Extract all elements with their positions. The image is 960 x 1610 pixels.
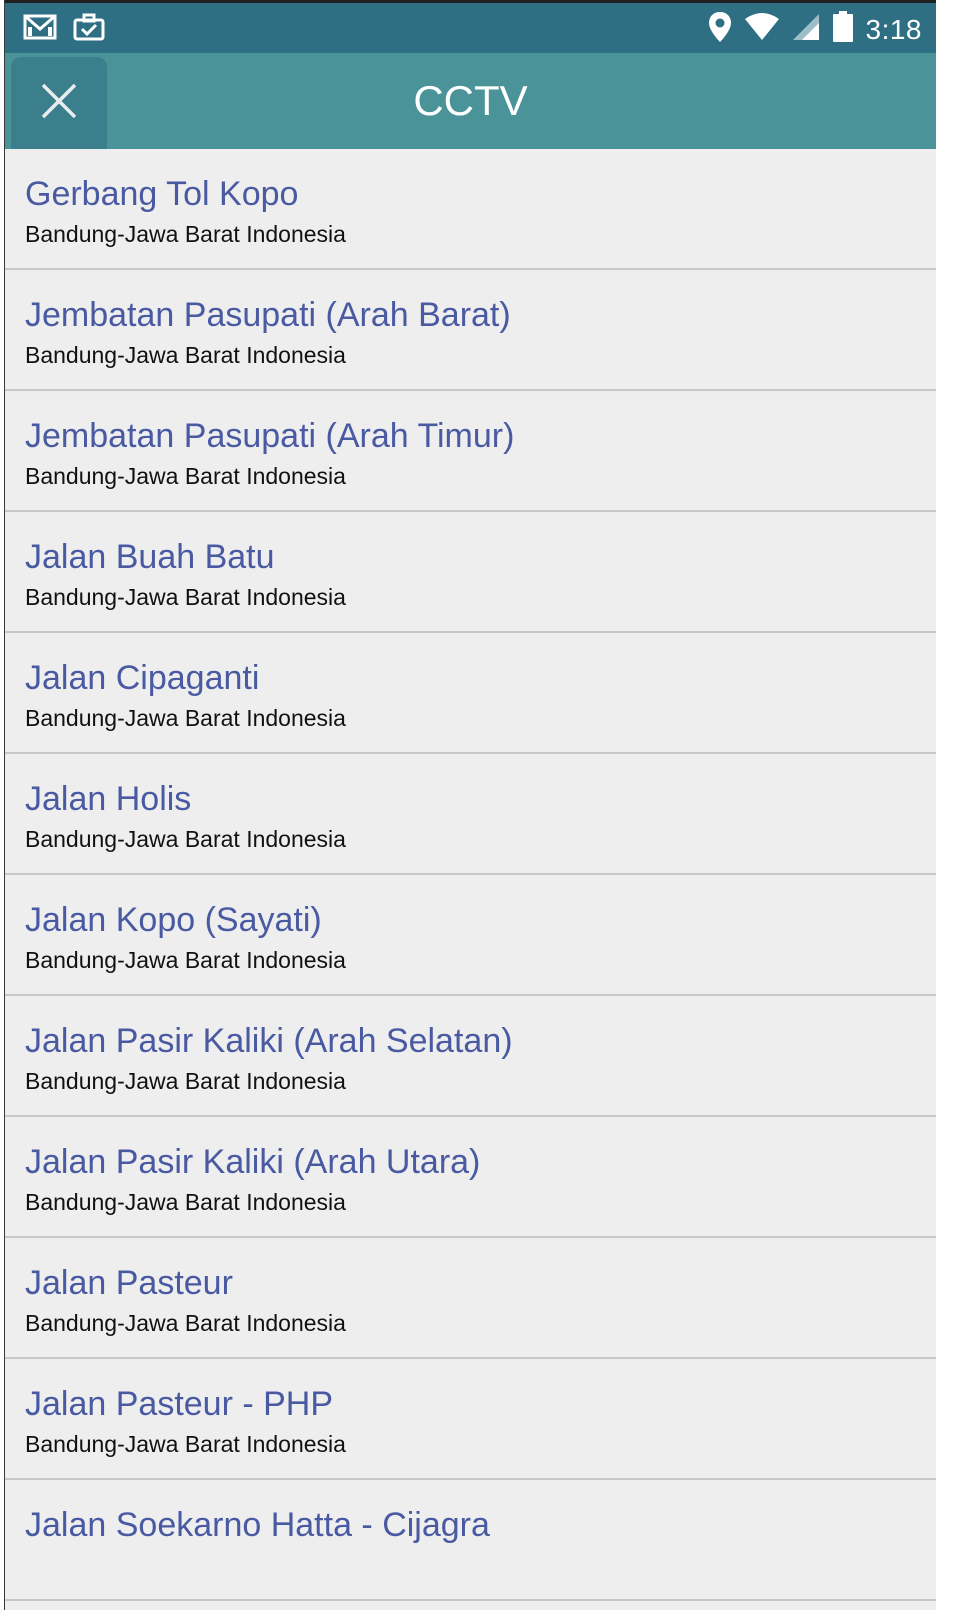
system-status-icons: 3:18 — [708, 11, 923, 48]
briefcase-icon — [73, 13, 105, 46]
list-item[interactable]: Jalan Pasir Kaliki (Arah Selatan) Bandun… — [5, 996, 936, 1117]
location-subtitle: Bandung-Jawa Barat Indonesia — [25, 221, 346, 247]
app-screen: 3:18 CCTV Gerbang Tol Kopo Bandung-Jawa … — [4, 0, 936, 1610]
close-icon — [40, 82, 78, 125]
list-item[interactable]: Gerbang Tol Kopo Bandung-Jawa Barat Indo… — [5, 149, 936, 270]
notification-icons — [23, 13, 105, 46]
location-title: Jembatan Pasupati (Arah Barat) — [25, 296, 511, 334]
gmail-icon — [23, 13, 57, 46]
list-item[interactable]: Jalan Cipaganti Bandung-Jawa Barat Indon… — [5, 633, 936, 754]
list-item[interactable]: Jalan Buah Batu Bandung-Jawa Barat Indon… — [5, 512, 936, 633]
page-title: CCTV — [413, 77, 528, 124]
cctv-location-list: Gerbang Tol Kopo Bandung-Jawa Barat Indo… — [5, 149, 936, 1601]
list-item[interactable]: Jembatan Pasupati (Arah Barat) Bandung-J… — [5, 270, 936, 391]
app-bar: CCTV — [5, 53, 936, 149]
location-subtitle: Bandung-Jawa Barat Indonesia — [25, 1068, 346, 1094]
location-title: Jalan Soekarno Hatta - Cijagra — [25, 1506, 490, 1544]
location-subtitle: Bandung-Jawa Barat Indonesia — [25, 1189, 346, 1215]
list-item[interactable]: Jalan Holis Bandung-Jawa Barat Indonesia — [5, 754, 936, 875]
battery-icon — [832, 11, 854, 48]
list-item[interactable]: Jalan Kopo (Sayati) Bandung-Jawa Barat I… — [5, 875, 936, 996]
list-item[interactable]: Jembatan Pasupati (Arah Timur) Bandung-J… — [5, 391, 936, 512]
location-subtitle: Bandung-Jawa Barat Indonesia — [25, 584, 346, 610]
location-subtitle: Bandung-Jawa Barat Indonesia — [25, 463, 346, 489]
location-subtitle: Bandung-Jawa Barat Indonesia — [25, 1431, 346, 1457]
location-title: Gerbang Tol Kopo — [25, 175, 299, 213]
location-subtitle: Bandung-Jawa Barat Indonesia — [25, 705, 346, 731]
location-icon — [708, 11, 732, 48]
list-item[interactable]: Jalan Pasir Kaliki (Arah Utara) Bandung-… — [5, 1117, 936, 1238]
wifi-icon — [744, 13, 780, 46]
location-subtitle: Bandung-Jawa Barat Indonesia — [25, 1310, 346, 1336]
location-subtitle: Bandung-Jawa Barat Indonesia — [25, 947, 346, 973]
signal-icon — [792, 13, 820, 46]
location-title: Jalan Holis — [25, 780, 192, 818]
location-subtitle: Bandung-Jawa Barat Indonesia — [25, 826, 346, 852]
clock: 3:18 — [865, 13, 922, 45]
location-title: Jalan Cipaganti — [25, 659, 260, 697]
close-button[interactable] — [11, 57, 107, 149]
location-title: Jembatan Pasupati (Arah Timur) — [25, 417, 515, 455]
location-title: Jalan Pasir Kaliki (Arah Utara) — [25, 1143, 481, 1181]
location-title: Jalan Buah Batu — [25, 538, 275, 576]
location-title: Jalan Pasir Kaliki (Arah Selatan) — [25, 1022, 513, 1060]
location-subtitle: Bandung-Jawa Barat Indonesia — [25, 342, 346, 368]
location-title: Jalan Pasteur — [25, 1264, 233, 1302]
status-bar: 3:18 — [5, 0, 936, 53]
list-item[interactable]: Jalan Soekarno Hatta - Cijagra — [5, 1480, 936, 1601]
location-title: Jalan Kopo (Sayati) — [25, 901, 322, 939]
list-item[interactable]: Jalan Pasteur Bandung-Jawa Barat Indones… — [5, 1238, 936, 1359]
location-title: Jalan Pasteur - PHP — [25, 1385, 334, 1423]
list-item[interactable]: Jalan Pasteur - PHP Bandung-Jawa Barat I… — [5, 1359, 936, 1480]
